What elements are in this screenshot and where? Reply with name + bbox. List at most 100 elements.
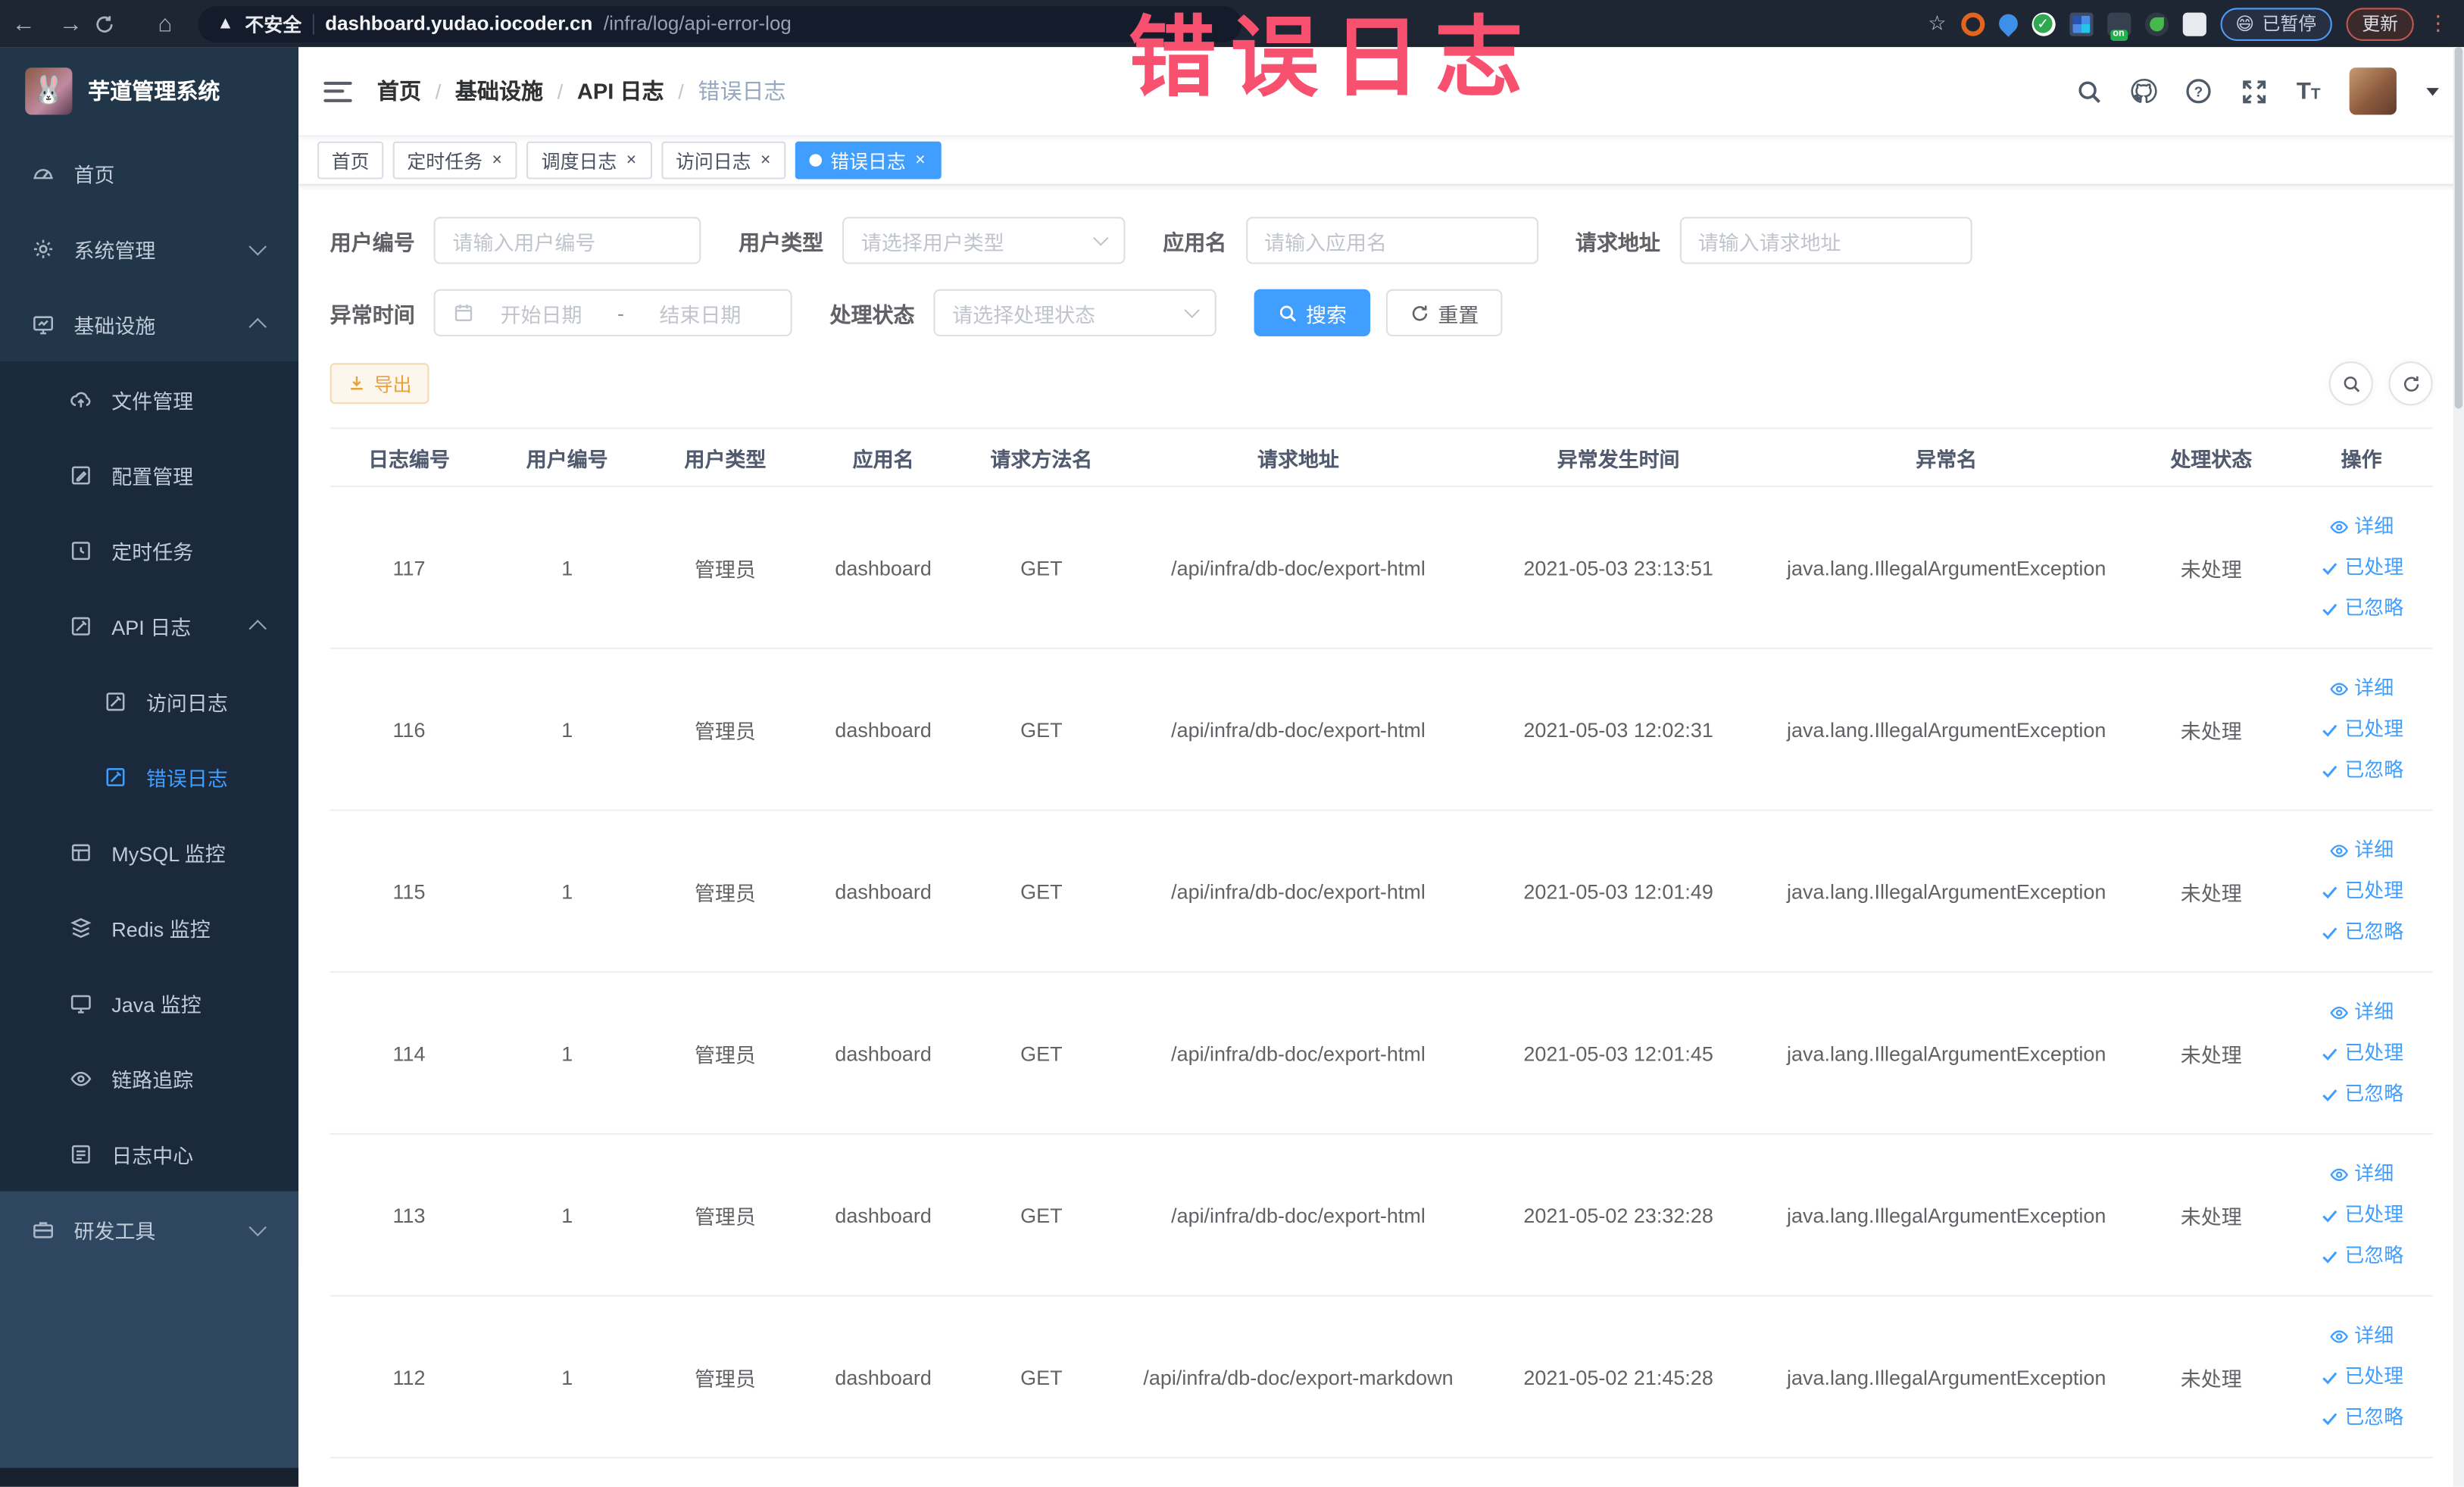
input-用户编号[interactable]: 请输入用户编号: [433, 217, 701, 264]
chevron-down-icon: [248, 1217, 267, 1236]
browser-home-icon[interactable]: ⌂: [142, 10, 189, 36]
app-logo[interactable]: 🐰 芋道管理系统: [0, 47, 299, 136]
cell-time: 2021-05-03 12:01:49: [1476, 810, 1761, 973]
cell-url: /api/infra/db-doc/export-markdown: [1120, 1295, 1476, 1459]
sidebar-item-文件管理[interactable]: 文件管理: [0, 361, 299, 437]
breadcrumb-item[interactable]: 基础设施: [455, 76, 543, 107]
sidebar-item-基础设施[interactable]: 基础设施: [0, 286, 299, 362]
action-已忽略[interactable]: 已忽略: [2297, 588, 2426, 629]
browser-forward-icon[interactable]: →: [47, 10, 94, 36]
extension-icon[interactable]: [2031, 11, 2055, 36]
sidebar-item-定时任务[interactable]: 定时任务: [0, 512, 299, 588]
input-请求地址[interactable]: 请输入请求地址: [1679, 217, 1972, 264]
sidebar-collapse-bar[interactable]: [0, 1467, 299, 1487]
select-用户类型[interactable]: 请选择用户类型: [842, 217, 1126, 264]
action-已处理[interactable]: 已处理: [2297, 709, 2426, 750]
hamburger-icon[interactable]: [323, 76, 352, 107]
action-已忽略[interactable]: 已忽略: [2297, 750, 2426, 791]
cell-exception: java.lang.IllegalArgumentException: [1760, 1295, 2132, 1459]
search-icon[interactable]: [2075, 77, 2103, 105]
action-详细[interactable]: 详细: [2297, 1316, 2426, 1357]
browser-update-button[interactable]: 更新: [2346, 7, 2414, 40]
action-详细[interactable]: 详细: [2297, 668, 2426, 709]
browser-reload-icon[interactable]: [94, 14, 141, 34]
action-已忽略[interactable]: 已忽略: [2297, 911, 2426, 952]
page-scrollbar[interactable]: [2453, 47, 2464, 1487]
action-已处理[interactable]: 已处理: [2297, 1356, 2426, 1397]
sidebar-item-MySQL 监控[interactable]: MySQL 监控: [0, 814, 299, 890]
close-tab-icon[interactable]: ×: [759, 150, 773, 170]
close-tab-icon[interactable]: ×: [625, 150, 639, 170]
cell-app: dashboard: [804, 1295, 963, 1459]
url-domain: dashboard.yudao.iocoder.cn: [325, 12, 593, 35]
action-已忽略[interactable]: 已忽略: [2297, 1073, 2426, 1114]
extension-icon[interactable]: [2069, 11, 2093, 36]
scrollbar-thumb[interactable]: [2454, 47, 2463, 409]
sidebar-item-配置管理[interactable]: 配置管理: [0, 436, 299, 513]
eye-icon: [2329, 678, 2350, 698]
fullscreen-icon[interactable]: [2239, 77, 2267, 105]
extension-icon[interactable]: [1994, 10, 2022, 37]
extension-paused-badge[interactable]: 😄 已暂停: [2219, 7, 2332, 40]
close-tab-icon[interactable]: ×: [490, 150, 504, 170]
cell-id: 117: [329, 486, 489, 649]
sidebar-item-链路追踪[interactable]: 链路追踪: [0, 1040, 299, 1117]
sidebar-item-首页[interactable]: 首页: [0, 135, 299, 211]
breadcrumb-item[interactable]: 首页: [377, 76, 421, 107]
active-tab-dot: [810, 154, 823, 167]
action-已处理[interactable]: 已处理: [2297, 547, 2426, 588]
refresh-button[interactable]: [2388, 361, 2433, 406]
tab-label: 定时任务: [407, 150, 482, 173]
font-size-icon[interactable]: TT: [2294, 77, 2322, 105]
github-icon[interactable]: [2129, 77, 2157, 105]
sidebar-item-研发工具[interactable]: 研发工具: [0, 1191, 299, 1267]
extension-icon[interactable]: [2106, 11, 2131, 40]
devtools-icon: [31, 1217, 55, 1241]
sidebar-item-API 日志[interactable]: API 日志: [0, 587, 299, 664]
reset-button[interactable]: 重置: [1385, 289, 1503, 336]
action-详细[interactable]: 详细: [2297, 506, 2426, 547]
action-已忽略[interactable]: 已忽略: [2297, 1397, 2426, 1438]
extensions-puzzle-icon[interactable]: [2181, 11, 2206, 36]
column-header-应用名: 应用名: [804, 427, 963, 488]
action-已忽略[interactable]: 已忽略: [2297, 1236, 2426, 1276]
input-应用名[interactable]: 请输入应用名: [1245, 217, 1538, 264]
export-button[interactable]: 导出: [329, 363, 429, 405]
tab-访问日志[interactable]: 访问日志 ×: [661, 141, 787, 180]
select-处理状态[interactable]: 请选择处理状态: [933, 289, 1216, 336]
sidebar-item-访问日志[interactable]: 访问日志: [0, 663, 299, 739]
action-label: 已忽略: [2344, 920, 2404, 943]
tab-调度日志[interactable]: 调度日志 ×: [526, 141, 652, 180]
date-range-picker[interactable]: 开始日期 - 结束日期: [433, 289, 792, 336]
action-详细[interactable]: 详细: [2297, 992, 2426, 1032]
sidebar-item-Java 监控[interactable]: Java 监控: [0, 964, 299, 1041]
action-详细[interactable]: 详细: [2297, 829, 2426, 870]
avatar-caret-down-icon[interactable]: [2426, 87, 2439, 95]
tab-首页[interactable]: 首页: [317, 141, 384, 180]
browser-menu-icon[interactable]: ⋮: [2428, 13, 2448, 33]
action-已处理[interactable]: 已处理: [2297, 870, 2426, 911]
action-详细[interactable]: 详细: [2297, 1154, 2426, 1195]
browser-back-icon[interactable]: ←: [0, 10, 47, 36]
toggle-search-button[interactable]: [2328, 361, 2373, 406]
action-已处理[interactable]: 已处理: [2297, 1032, 2426, 1073]
extension-icon[interactable]: [2144, 11, 2169, 36]
user-avatar[interactable]: [2349, 67, 2397, 115]
close-tab-icon[interactable]: ×: [913, 150, 927, 170]
sidebar-item-Redis 监控[interactable]: Redis 监控: [0, 889, 299, 965]
help-icon[interactable]: ?: [2184, 77, 2213, 105]
extension-icon[interactable]: [1960, 11, 1985, 36]
sidebar-item-日志中心[interactable]: 日志中心: [0, 1116, 299, 1192]
tab-定时任务[interactable]: 定时任务 ×: [392, 141, 518, 180]
action-已处理[interactable]: 已处理: [2297, 1195, 2426, 1236]
search-button[interactable]: 搜索: [1254, 289, 1371, 336]
eye-icon: [2329, 1164, 2350, 1184]
sidebar-item-系统管理[interactable]: 系统管理: [0, 211, 299, 286]
address-bar[interactable]: ▲ 不安全 dashboard.yudao.iocoder.cn/infra/l…: [198, 5, 1242, 42]
tab-错误日志[interactable]: 错误日志 ×: [795, 141, 942, 180]
sidebar-item-错误日志[interactable]: 错误日志: [0, 739, 299, 814]
cell-user_id: 1: [488, 648, 647, 811]
action-label: 已处理: [2344, 1204, 2404, 1226]
bookmark-star-icon[interactable]: ☆: [1928, 11, 1946, 36]
breadcrumb-item[interactable]: API 日志: [577, 76, 664, 107]
